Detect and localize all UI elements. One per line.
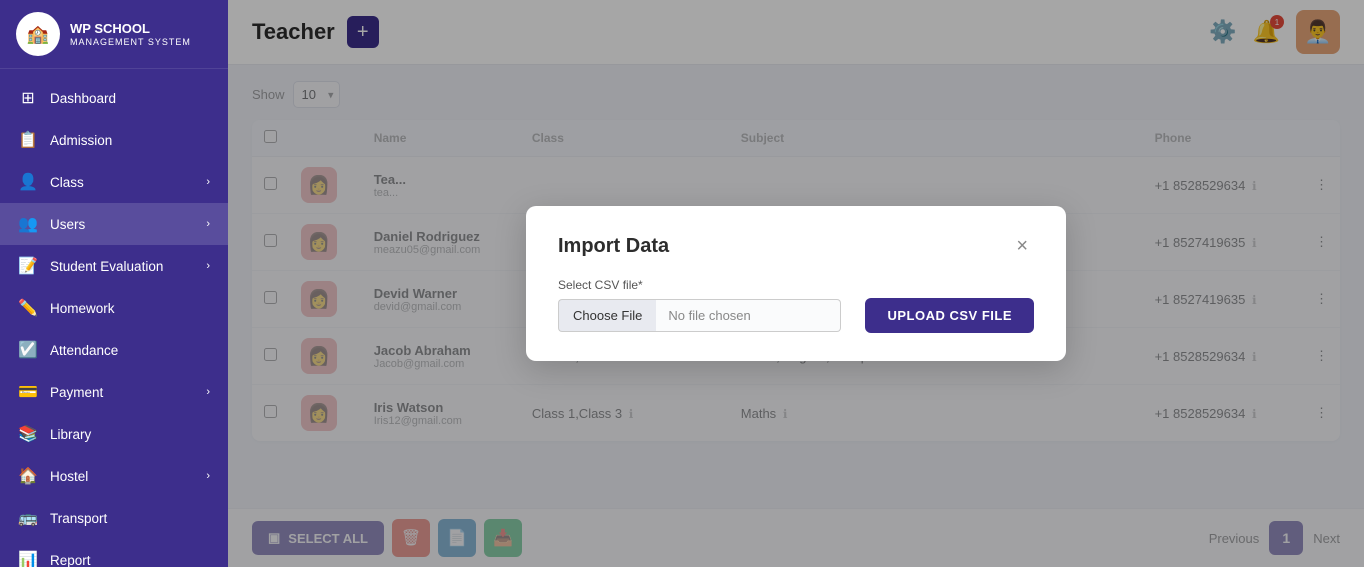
student-evaluation-icon: 📝 (18, 256, 38, 276)
sidebar-item-hostel[interactable]: 🏠 Hostel › (0, 455, 228, 497)
modal-header: Import Data × (558, 234, 1034, 258)
modal-title: Import Data (558, 235, 669, 258)
sidebar-item-label: Payment (50, 385, 103, 400)
sidebar-item-label: Student Evaluation (50, 259, 163, 274)
sidebar-item-attendance[interactable]: ☑️ Attendance (0, 329, 228, 371)
hostel-icon: 🏠 (18, 466, 38, 486)
chevron-icon: › (206, 386, 210, 398)
sidebar: 🏫 WP SCHOOL MANAGEMENT SYSTEM ⊞ Dashboar… (0, 0, 228, 567)
modal-body: Select CSV file* Choose File No file cho… (558, 278, 1034, 333)
transport-icon: 🚌 (18, 508, 38, 528)
sidebar-item-transport[interactable]: 🚌 Transport (0, 497, 228, 539)
upload-csv-button[interactable]: UPLOAD CSV FILE (865, 298, 1034, 333)
sidebar-item-label: Dashboard (50, 91, 116, 106)
file-input-row: Choose File No file chosen UPLOAD CSV FI… (558, 298, 1034, 333)
sidebar-item-label: Transport (50, 511, 107, 526)
chevron-icon: › (206, 218, 210, 230)
sidebar-item-label: Users (50, 217, 85, 232)
sidebar-item-payment[interactable]: 💳 Payment › (0, 371, 228, 413)
sidebar-item-label: Report (50, 553, 91, 567)
sidebar-item-class[interactable]: 👤 Class › (0, 161, 228, 203)
sidebar-item-student-evaluation[interactable]: 📝 Student Evaluation › (0, 245, 228, 287)
dashboard-icon: ⊞ (18, 88, 38, 108)
import-modal: Import Data × Select CSV file* Choose Fi… (526, 206, 1066, 361)
sidebar-item-homework[interactable]: ✏️ Homework (0, 287, 228, 329)
choose-file-button[interactable]: Choose File (558, 299, 656, 332)
library-icon: 📚 (18, 424, 38, 444)
report-icon: 📊 (18, 550, 38, 567)
sidebar-item-users[interactable]: 👥 Users › (0, 203, 228, 245)
sidebar-item-label: Class (50, 175, 84, 190)
chevron-icon: › (206, 176, 210, 188)
sidebar-item-label: Attendance (50, 343, 118, 358)
main-content: Teacher + ⚙️ 🔔 1 👨‍💼 Show 102550 (228, 0, 1364, 567)
attendance-icon: ☑️ (18, 340, 38, 360)
sidebar-item-label: Library (50, 427, 91, 442)
chevron-icon: › (206, 260, 210, 272)
class-icon: 👤 (18, 172, 38, 192)
modal-close-button[interactable]: × (1010, 234, 1034, 258)
sidebar-logo[interactable]: 🏫 WP SCHOOL MANAGEMENT SYSTEM (0, 0, 228, 69)
school-subtitle: MANAGEMENT SYSTEM (70, 37, 191, 47)
chevron-icon: › (206, 470, 210, 482)
sidebar-item-library[interactable]: 📚 Library (0, 413, 228, 455)
homework-icon: ✏️ (18, 298, 38, 318)
sidebar-item-label: Homework (50, 301, 115, 316)
csv-file-label: Select CSV file* (558, 278, 1034, 292)
school-logo-icon: 🏫 (16, 12, 60, 56)
school-name: WP SCHOOL (70, 21, 191, 38)
admission-icon: 📋 (18, 130, 38, 150)
sidebar-nav: ⊞ Dashboard 📋 Admission 👤 Class › 👥 User… (0, 69, 228, 567)
modal-overlay: Import Data × Select CSV file* Choose Fi… (228, 0, 1364, 567)
payment-icon: 💳 (18, 382, 38, 402)
file-name-display: No file chosen (656, 299, 841, 332)
sidebar-item-admission[interactable]: 📋 Admission (0, 119, 228, 161)
sidebar-item-label: Admission (50, 133, 112, 148)
file-input-label[interactable]: Choose File No file chosen (558, 299, 841, 332)
sidebar-item-dashboard[interactable]: ⊞ Dashboard (0, 77, 228, 119)
sidebar-item-label: Hostel (50, 469, 88, 484)
users-icon: 👥 (18, 214, 38, 234)
sidebar-item-report[interactable]: 📊 Report (0, 539, 228, 567)
